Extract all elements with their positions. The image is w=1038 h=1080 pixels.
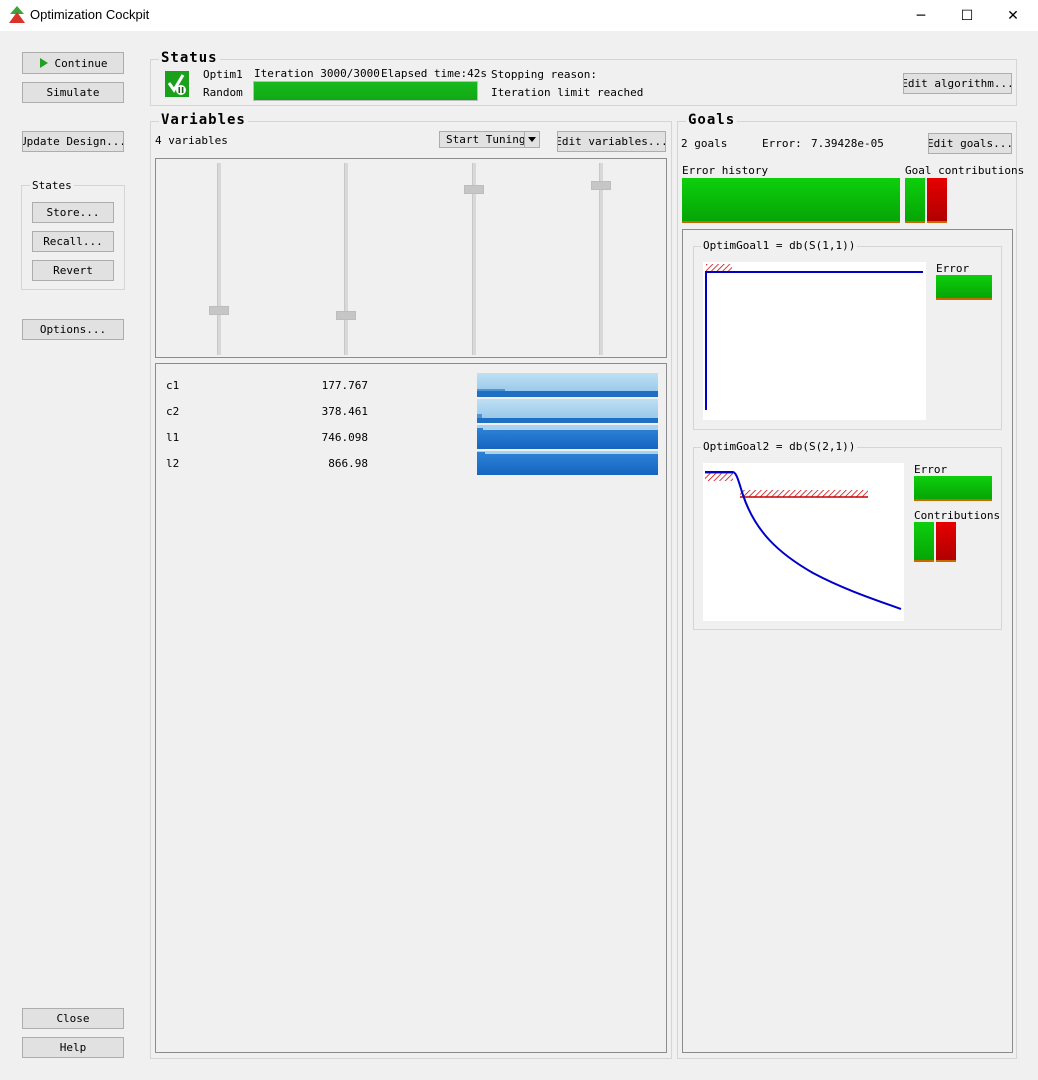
options-button[interactable]: Options... (22, 319, 124, 340)
elapsed-time: Elapsed time:42s (381, 67, 487, 80)
states-title: States (30, 179, 74, 192)
start-tuning-button[interactable]: Start Tuning (439, 131, 540, 148)
store-button[interactable]: Store... (32, 202, 114, 223)
revert-button[interactable]: Revert (32, 260, 114, 281)
edit-variables-button[interactable]: Edit variables... (557, 131, 666, 152)
goal2-contribution-green-bar (914, 522, 934, 562)
help-button[interactable]: Help (22, 1037, 124, 1058)
simulate-button[interactable]: Simulate (22, 82, 124, 103)
history-plot-l2 (477, 451, 658, 475)
optimizer-name: Optim1 (203, 68, 243, 81)
goal1-error-bar (936, 275, 992, 300)
slider-thumb-l2[interactable] (591, 181, 611, 190)
goal2-error-bar (914, 476, 992, 501)
variable-value-l1: 746.098 (321, 431, 368, 444)
continue-button[interactable]: Continue (22, 52, 124, 74)
close-window-button[interactable]: ✕ (990, 0, 1036, 31)
status-title: Status (159, 50, 220, 66)
variable-values-panel: c1 177.767 c2 378.461 l1 746.098 l2 866.… (155, 363, 667, 1053)
chevron-down-icon[interactable] (524, 132, 539, 147)
stopping-reason: Iteration limit reached (491, 86, 644, 99)
goal2-title: OptimGoal2 = db(S(2,1)) (701, 440, 858, 453)
progress-bar (253, 81, 478, 101)
goals-error-label: Error: (762, 137, 802, 150)
goal1-contribution-bar (905, 178, 925, 223)
edit-algorithm-button[interactable]: Edit algorithm... (903, 73, 1012, 94)
app-icon (9, 6, 25, 23)
variable-value-l2: 866.98 (328, 457, 368, 470)
maximize-button[interactable]: ☐ (944, 0, 990, 31)
history-plot-l1 (477, 425, 658, 449)
variable-history-plots (477, 373, 658, 475)
continue-label: Continue (54, 56, 108, 70)
error-history-label: Error history (682, 164, 769, 177)
close-button[interactable]: Close (22, 1008, 124, 1029)
goal1-error-label: Error (936, 262, 970, 275)
error-history-bar (682, 178, 900, 223)
start-tuning-label: Start Tuning (446, 133, 526, 146)
edit-goals-button[interactable]: Edit goals... (928, 133, 1012, 154)
slider-thumb-c2[interactable] (336, 311, 356, 320)
variable-value-c1: 177.767 (321, 379, 368, 392)
stopping-reason-label: Stopping reason: (491, 68, 597, 81)
goals-count: 2 goals (681, 137, 728, 150)
goal2-contribution-bar (927, 178, 947, 223)
slider-track-l2 (599, 163, 603, 355)
history-plot-c1 (477, 373, 658, 397)
goal2-contributions-label: Contributions (914, 509, 1001, 522)
variable-name-c1: c1 (166, 379, 180, 392)
update-design-button[interactable]: Update Design... (22, 131, 124, 152)
progress-fill (254, 82, 477, 100)
goal2-contribution-red-bar (936, 522, 956, 562)
goal2-plot (703, 463, 904, 621)
history-plot-c2 (477, 399, 658, 423)
slider-track-c2 (344, 163, 348, 355)
slider-thumb-l1[interactable] (464, 185, 484, 194)
variable-name-l2: l2 (166, 457, 180, 470)
variable-sliders-panel (155, 158, 667, 358)
goals-error-value: 7.39428e-05 (811, 137, 884, 150)
goal2-spec-hatch-left (705, 473, 733, 481)
play-icon (39, 58, 48, 68)
optimizer-status-icon (165, 71, 189, 97)
optimizer-method: Random (203, 86, 243, 99)
goal1-title: OptimGoal1 = db(S(1,1)) (701, 239, 858, 252)
goals-title: Goals (686, 112, 738, 128)
recall-button[interactable]: Recall... (32, 231, 114, 252)
variable-name-l1: l1 (166, 431, 180, 444)
window-title: Optimization Cockpit (30, 7, 150, 22)
goal1-spec-hatch (706, 264, 732, 272)
variables-title: Variables (159, 112, 248, 128)
goal2-error-label: Error (914, 463, 948, 476)
goal1-response-curve (705, 271, 923, 410)
title-bar: Optimization Cockpit ─ ☐ ✕ (0, 0, 1038, 31)
variables-count: 4 variables (155, 134, 228, 147)
slider-thumb-c1[interactable] (209, 306, 229, 315)
iteration-count: Iteration 3000/3000 (254, 67, 380, 80)
goal2-spec-hatch-right (740, 490, 868, 497)
goal-contributions-label: Goal contributions (905, 164, 1025, 177)
slider-track-c1 (217, 163, 221, 355)
goal1-plot (703, 262, 926, 420)
minimize-button[interactable]: ─ (898, 0, 944, 31)
variable-value-c2: 378.461 (321, 405, 368, 418)
variable-name-c2: c2 (166, 405, 180, 418)
